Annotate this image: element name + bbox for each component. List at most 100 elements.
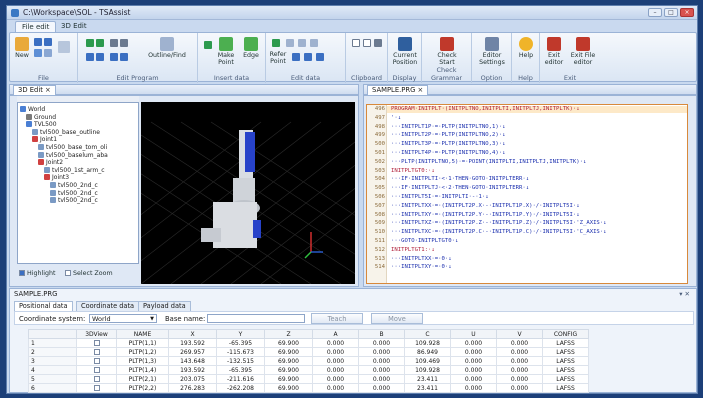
table-cell[interactable]: 0.000	[312, 356, 359, 366]
teach-button[interactable]: Teach	[311, 313, 363, 324]
maximize-button[interactable]: □	[664, 8, 678, 17]
table-cell[interactable]: -262.208	[216, 383, 265, 393]
table-cell[interactable]: 0.000	[496, 338, 543, 348]
code-line[interactable]: ···IF·INITPLTJ·<·2·THEN·GOTO·INITPLTERR·…	[391, 185, 529, 191]
table-cell[interactable]: LAFSS	[542, 374, 589, 384]
current-position-button[interactable]: Current Position	[390, 37, 420, 66]
column-header[interactable]: NAME	[116, 329, 169, 339]
code-line[interactable]: '·↓	[391, 115, 401, 121]
table-row[interactable]: 2 PLTP(1,2) 269.957 -115.673 69.900 0.000 0.00…	[28, 347, 589, 357]
exit-editor-button[interactable]: Exit editor	[542, 37, 566, 66]
column-header[interactable]: A	[312, 329, 359, 339]
table-cell[interactable]: 69.900	[264, 383, 313, 393]
select-zoom-checkbox[interactable]	[65, 270, 71, 276]
table-cell[interactable]: 0.000	[358, 383, 405, 393]
code-line[interactable]: ···INITPLTXY·=·(INITPLT2P.Y·-·INITPLT1P.…	[391, 212, 580, 218]
tab-3d-edit-doc[interactable]: 3D Edit ×	[13, 85, 56, 95]
column-header[interactable]: B	[358, 329, 405, 339]
row-number[interactable]: 2	[28, 347, 77, 357]
row-number[interactable]: 6	[28, 383, 77, 393]
outdent-icon[interactable]	[96, 53, 104, 61]
table-cell[interactable]: PLTP(1,2)	[116, 347, 169, 357]
table-cell[interactable]: 193.592	[168, 338, 217, 348]
column-header[interactable]: C	[404, 329, 451, 339]
code-line[interactable]: INITPLTGT1:·↓	[391, 247, 435, 253]
3dview-checkbox[interactable]	[93, 376, 100, 382]
save-all-icon[interactable]	[44, 38, 52, 46]
edit-table-icon[interactable]	[310, 39, 318, 47]
table-cell[interactable]: 0.000	[450, 365, 497, 375]
uncomment-icon[interactable]	[120, 53, 128, 61]
table-cell[interactable]: 0.000	[358, 374, 405, 384]
save-icon[interactable]	[34, 38, 42, 46]
undo-icon[interactable]	[86, 39, 94, 47]
exit-file-editor-button[interactable]: Exit File editor	[568, 37, 598, 66]
table-cell[interactable]: 0.000	[358, 365, 405, 375]
column-header[interactable]: 3DView	[76, 329, 117, 339]
code-editor[interactable]: 496 PROGRAM·INITPLT·(INITPLTNO,INITPLTI,I…	[366, 104, 688, 284]
table-cell[interactable]: 109.928	[404, 338, 451, 348]
table-cell[interactable]: 0.000	[496, 383, 543, 393]
tree-node[interactable]: World	[20, 106, 45, 113]
make-point-button[interactable]: Make Point	[214, 37, 238, 66]
3dview-checkbox[interactable]	[93, 385, 100, 391]
tree-node[interactable]: tvl500_2nd_c	[50, 182, 98, 189]
new-button[interactable]: New	[13, 37, 31, 59]
table-cell[interactable]: 69.900	[264, 338, 313, 348]
base-name-input[interactable]	[207, 314, 305, 323]
row-number[interactable]: 1	[28, 338, 77, 348]
panel-pin-icon[interactable]: ▾ ✕	[679, 290, 690, 298]
row-number[interactable]: 4	[28, 365, 77, 375]
tree-node[interactable]: tvl500_base_tom_oli	[38, 144, 107, 151]
table-row[interactable]: 5 PLTP(2,1) 203.075 -211.616 69.900 0.000 0.00…	[28, 374, 589, 384]
table-cell[interactable]: -115.673	[216, 347, 265, 357]
insert-point-icon[interactable]	[204, 41, 212, 49]
table-cell[interactable]: PLTP(1,4)	[116, 365, 169, 375]
code-line[interactable]: ···INITPLTXX·=·(INITPLT2P.X·-·INITPLT1P.…	[391, 203, 580, 209]
tab-positional-data[interactable]: Positional data	[14, 301, 73, 311]
code-line[interactable]: ···PLTP(INITPLTNO,5)·=·POINT(INITPLTI,IN…	[391, 159, 586, 165]
table-row[interactable]: 3 PLTP(1,3) 143.648 -132.515 69.900 0.000 0.00…	[28, 356, 589, 366]
replace-icon[interactable]	[286, 39, 294, 47]
move-button[interactable]: Move	[371, 313, 423, 324]
table-cell[interactable]: 0.000	[358, 356, 405, 366]
column-header[interactable]: CONFIG	[542, 329, 589, 339]
table-cell[interactable]: 0.000	[312, 365, 359, 375]
table-cell[interactable]: 143.648	[168, 356, 217, 366]
code-line[interactable]: PROGRAM·INITPLT·(INITPLTNO,INITPLTI,INIT…	[391, 106, 580, 112]
code-line[interactable]: ···INITPLT3P·=·PLTP(INITPLTNO,3)·↓	[391, 141, 506, 147]
list-icon[interactable]	[316, 53, 324, 61]
table-cell[interactable]: -65.395	[216, 338, 265, 348]
code-line[interactable]: ···GOTO·INITPLTGT0·↓	[391, 238, 458, 244]
table-cell[interactable]: 276.283	[168, 383, 217, 393]
code-line[interactable]: ···INITPLTXZ·=·(INITPLT2P.Z·-·INITPLT1P.…	[391, 220, 607, 226]
tree-node[interactable]: Joint1	[32, 136, 57, 143]
tab-sample-prg[interactable]: SAMPLE.PRG ×	[367, 85, 429, 95]
table-cell[interactable]: 0.000	[312, 374, 359, 384]
3d-edit-icon[interactable]	[58, 41, 70, 53]
table-cell[interactable]: -132.515	[216, 356, 265, 366]
3d-viewport[interactable]	[141, 102, 355, 284]
open-icon[interactable]	[34, 49, 42, 57]
table-cell[interactable]: 69.900	[264, 356, 313, 366]
code-line[interactable]: ···INITPLTXY·=·0·↓	[391, 264, 452, 270]
table-cell[interactable]: LAFSS	[542, 365, 589, 375]
tree-node[interactable]: Ground	[26, 113, 56, 121]
copy-icon[interactable]	[120, 39, 128, 47]
code-line[interactable]: ···INITPLT1P·=·PLTP(INITPLTNO,1)·↓	[391, 124, 506, 130]
table-cell[interactable]: PLTP(2,2)	[116, 383, 169, 393]
tree-node[interactable]: tvl500_2nd_c	[50, 197, 98, 204]
coordinate-system-select[interactable]: World ▼	[89, 314, 157, 323]
tree-node[interactable]: tvl500_baselum_aba	[38, 151, 108, 159]
cut-icon[interactable]	[110, 39, 118, 47]
table-cell[interactable]: PLTP(2,1)	[116, 374, 169, 384]
tab-file-edit[interactable]: File edit	[15, 21, 57, 32]
minimize-button[interactable]: –	[648, 8, 662, 17]
table-cell[interactable]: PLTP(1,1)	[116, 338, 169, 348]
tree-node[interactable]: Joint3	[44, 174, 69, 181]
table-cell[interactable]: 109.469	[404, 356, 451, 366]
3dview-checkbox[interactable]	[93, 340, 100, 346]
table-cell[interactable]: LAFSS	[542, 356, 589, 366]
table-cell[interactable]: 0.000	[358, 338, 405, 348]
table-cell[interactable]: 0.000	[450, 347, 497, 357]
